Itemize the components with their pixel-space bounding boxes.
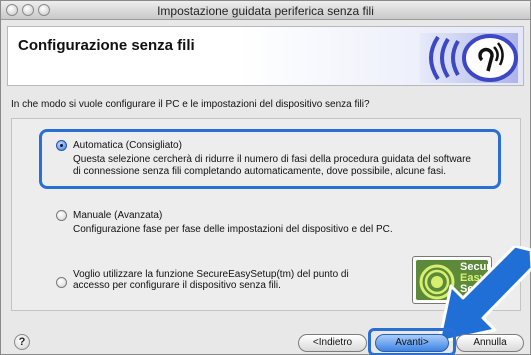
option-automatic-desc-1: Questa selezione cercherà di ridurre il … — [73, 154, 471, 165]
option-automatic-label[interactable]: Automatica (Consigliato) — [73, 140, 182, 151]
header-banner: Configurazione senza fili — [7, 26, 524, 86]
next-button[interactable]: Avanti> — [375, 334, 449, 352]
question-text: In che modo si vuole configurare il PC e… — [11, 99, 370, 110]
option-ses-label-2[interactable]: accesso per configurare il dispositivo s… — [73, 280, 281, 291]
help-button[interactable]: ? — [14, 334, 30, 350]
back-button[interactable]: <Indietro — [298, 334, 367, 352]
title-bar[interactable]: Impostazione guidata periferica senza fi… — [1, 1, 530, 20]
option-manual-label[interactable]: Manuale (Avanzata) — [73, 210, 162, 221]
page-title: Configurazione senza fili — [18, 37, 195, 54]
wizard-window: Impostazione guidata periferica senza fi… — [0, 0, 531, 355]
cancel-button[interactable]: Annulla — [456, 334, 524, 352]
radio-manual[interactable] — [56, 210, 67, 221]
option-manual-desc: Configurazione fase per fase delle impos… — [73, 224, 393, 235]
wireless-logo-icon — [420, 33, 518, 83]
option-ses-label-1[interactable]: Voglio utilizzare la funzione SecureEasy… — [73, 269, 349, 280]
radio-secure-easy-setup[interactable] — [56, 277, 67, 288]
option-automatic-desc-2: di connessione senza fili completando au… — [73, 166, 446, 177]
window-title: Impostazione guidata periferica senza fi… — [157, 4, 374, 18]
radio-automatic[interactable] — [56, 140, 67, 151]
